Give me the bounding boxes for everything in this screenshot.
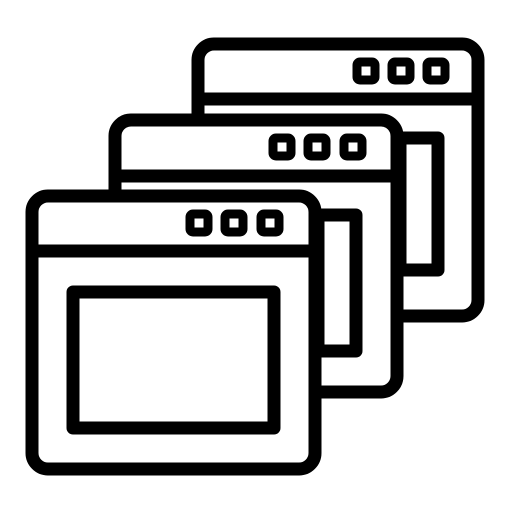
window-front-dot-1 — [185, 209, 213, 237]
window-back-content-panel — [393, 131, 445, 277]
window-front — [25, 189, 322, 476]
window-middle-dot-1 — [268, 133, 296, 161]
window-back-dot-2 — [387, 57, 415, 85]
window-back-dot-3 — [422, 57, 450, 85]
window-middle-dot-2 — [303, 133, 331, 161]
icon-canvas — [0, 0, 512, 512]
window-middle-dot-3 — [339, 133, 367, 161]
window-middle-content-panel — [311, 208, 363, 358]
window-front-dot-2 — [220, 209, 248, 237]
window-front-content-panel — [66, 285, 281, 435]
window-back-dot-1 — [352, 57, 380, 85]
stacked-browser-windows-icon — [25, 37, 485, 476]
window-front-dot-3 — [256, 209, 284, 237]
